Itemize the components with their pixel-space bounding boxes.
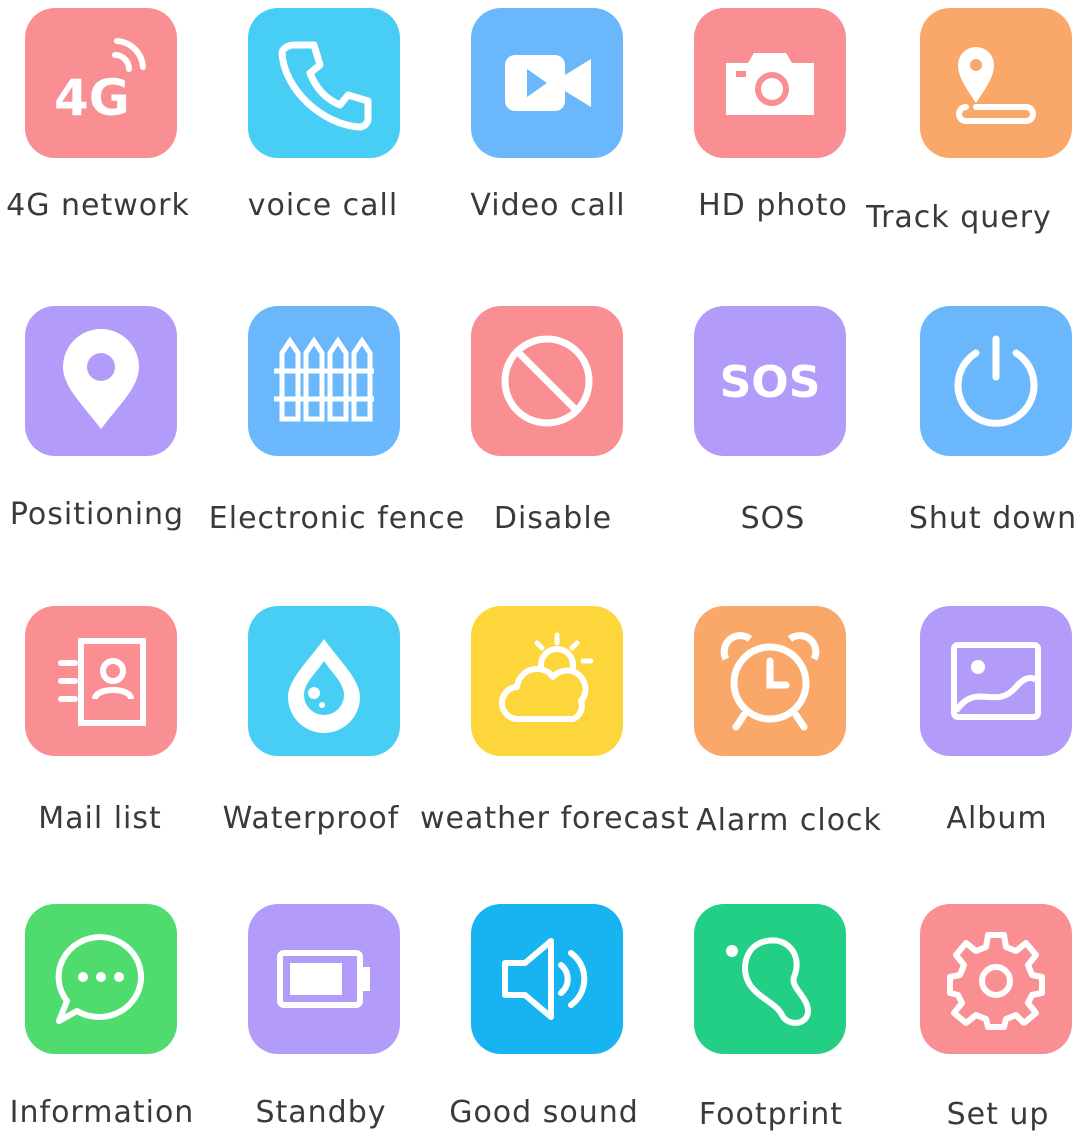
phone-icon	[278, 41, 372, 131]
power-icon	[954, 335, 1038, 427]
water-drop-icon	[288, 639, 360, 733]
feature-label-weather-forecast: weather forecast	[420, 801, 690, 836]
feature-tile-mail-list[interactable]	[25, 606, 177, 756]
feature-tile-footprint[interactable]	[694, 904, 846, 1054]
feature-tile-voice-call[interactable]	[248, 8, 400, 158]
feature-label-footprint: Footprint	[698, 1097, 844, 1132]
fence-icon	[274, 336, 374, 422]
feature-tile-disable[interactable]	[471, 306, 623, 456]
gear-icon	[947, 932, 1045, 1030]
alarm-clock-icon	[720, 632, 820, 731]
feature-label-shut-down: Shut down	[908, 501, 1078, 536]
no-entry-icon	[501, 335, 593, 427]
feature-label-video-call: Video call	[470, 188, 626, 223]
feature-tile-information[interactable]	[25, 904, 177, 1054]
feature-tile-sos[interactable]: SOS	[694, 306, 846, 456]
feature-tile-good-sound[interactable]	[471, 904, 623, 1054]
video-camera-icon	[505, 55, 591, 111]
sos-icon: SOS	[720, 357, 821, 408]
feature-tile-video-call[interactable]	[471, 8, 623, 158]
feature-label-waterproof: Waterproof	[222, 801, 400, 836]
feature-label-positioning: Positioning	[9, 497, 185, 532]
feature-tile-hd-photo[interactable]	[694, 8, 846, 158]
feature-tile-album[interactable]	[920, 606, 1072, 756]
chat-bubble-icon	[55, 933, 145, 1024]
feature-tile-set-up[interactable]	[920, 904, 1072, 1054]
feature-tile-positioning[interactable]	[25, 306, 177, 456]
feature-tile-weather-forecast[interactable]	[471, 606, 623, 756]
feature-tile-shut-down[interactable]	[920, 306, 1072, 456]
feature-label-set-up: Set up	[946, 1097, 1050, 1132]
feature-label-voice-call: voice call	[247, 188, 399, 223]
svg-text:SOS: SOS	[720, 357, 821, 408]
weather-sun-cloud-icon	[499, 632, 594, 723]
track-pin-icon	[956, 47, 1036, 124]
contact-book-icon	[58, 638, 146, 726]
location-pin-icon	[63, 329, 139, 429]
feature-tile-track-query[interactable]	[920, 8, 1072, 158]
feature-label-album: Album	[946, 801, 1048, 836]
speaker-icon	[502, 938, 588, 1020]
feature-tile-electronic-fence[interactable]	[248, 306, 400, 456]
camera-icon	[726, 53, 814, 115]
feature-tile-standby[interactable]	[248, 904, 400, 1054]
feature-tile-waterproof[interactable]	[248, 606, 400, 756]
feature-label-track-query: Track query	[866, 200, 1052, 235]
4g-network-icon: 4G	[54, 38, 146, 127]
feature-tile-alarm-clock[interactable]	[694, 606, 846, 756]
feature-tile-4g-network[interactable]: 4G	[25, 8, 177, 158]
svg-text:4G: 4G	[54, 69, 130, 127]
footprint-icon	[726, 937, 811, 1026]
picture-icon	[951, 642, 1041, 720]
feature-label-good-sound: Good sound	[449, 1095, 639, 1130]
feature-label-standby: Standby	[255, 1095, 387, 1130]
battery-icon	[277, 950, 370, 1008]
